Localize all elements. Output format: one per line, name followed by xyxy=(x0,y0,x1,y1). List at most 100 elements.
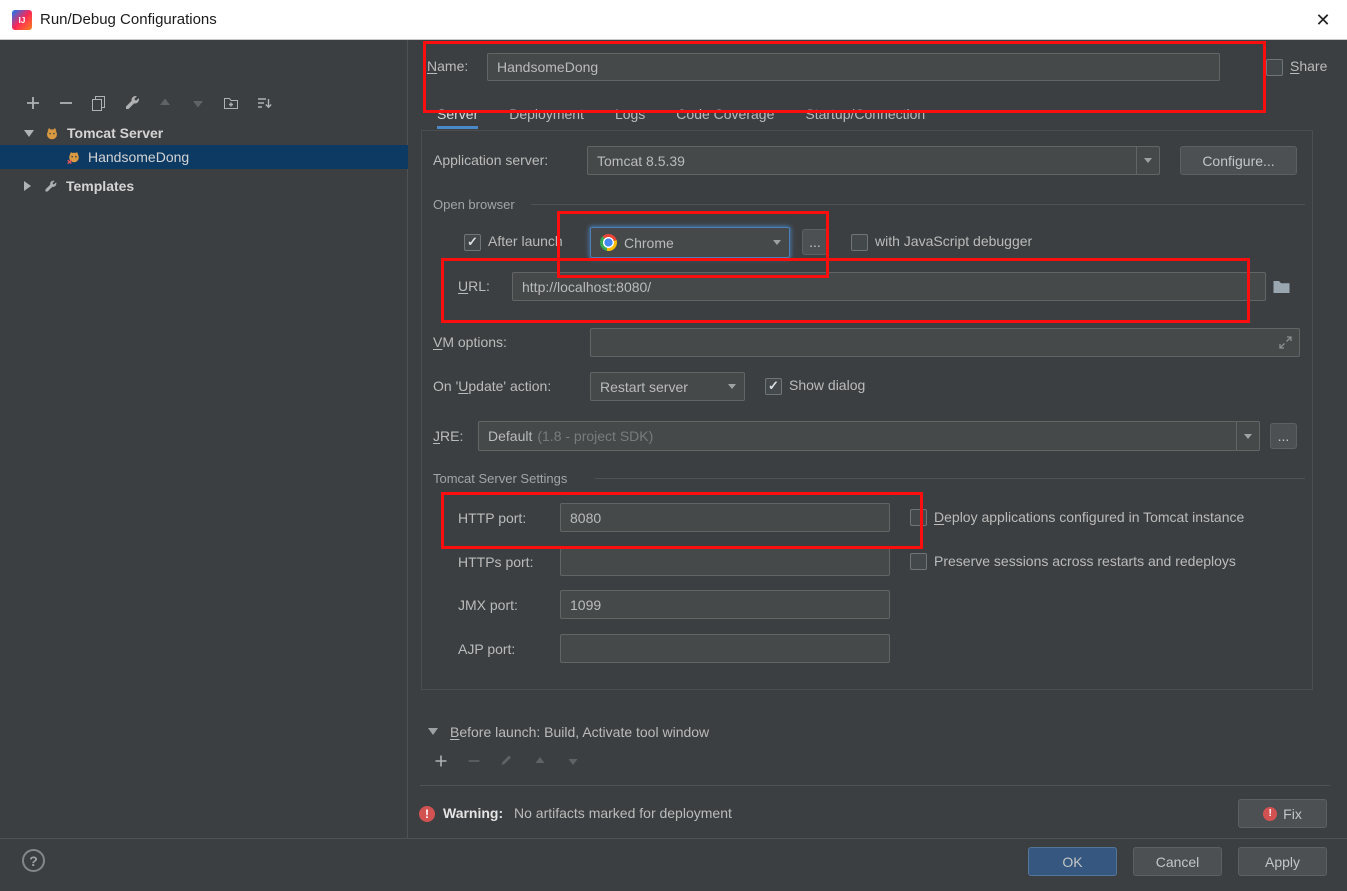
jmx-port-input[interactable] xyxy=(560,590,890,619)
configurations-sidebar: Tomcat Server HandsomeDong Templates xyxy=(0,40,408,838)
before-launch-toolbar xyxy=(433,753,581,769)
ajp-port-label: AJP port: xyxy=(458,641,516,657)
fix-button-label: Fix xyxy=(1283,805,1302,822)
tab-startup-connection[interactable]: Startup/Connection xyxy=(805,106,925,122)
js-debugger-label: with JavaScript debugger xyxy=(875,233,1033,249)
name-label: Name: xyxy=(427,58,469,74)
browser-combo[interactable]: Chrome xyxy=(590,227,790,258)
jre-more-button[interactable]: ... xyxy=(1270,423,1297,449)
edit-defaults-icon[interactable] xyxy=(123,94,141,112)
application-server-value: Tomcat 8.5.39 xyxy=(597,152,685,169)
warning-title: Warning: xyxy=(443,805,504,821)
after-launch-label: After launch xyxy=(488,233,563,249)
help-icon[interactable]: ? xyxy=(22,849,45,872)
remove-icon[interactable] xyxy=(57,94,75,112)
cancel-button[interactable]: Cancel xyxy=(1133,847,1222,876)
add-icon[interactable] xyxy=(24,94,42,112)
on-update-action-label: On 'Update' action: xyxy=(433,378,552,394)
name-input[interactable] xyxy=(487,53,1220,81)
move-down-icon[interactable] xyxy=(189,94,207,112)
error-icon xyxy=(1263,806,1278,821)
vm-options-input[interactable] xyxy=(590,328,1300,357)
url-input[interactable] xyxy=(512,272,1266,301)
move-up-icon[interactable] xyxy=(156,94,174,112)
jre-value: Default xyxy=(488,428,533,444)
footer-separator xyxy=(0,838,1347,839)
preserve-sessions-label: Preserve sessions across restarts and re… xyxy=(934,553,1236,569)
tab-server[interactable]: Server xyxy=(437,106,479,129)
preserve-sessions-checkbox[interactable] xyxy=(910,553,927,570)
expand-field-icon[interactable] xyxy=(1277,334,1294,351)
run-debug-configurations-dialog: IJ Run/Debug Configurations ✕ Tomcat Ser… xyxy=(0,0,1347,891)
https-port-input[interactable] xyxy=(560,547,890,576)
jre-label: JRE: xyxy=(433,428,464,444)
ok-button[interactable]: OK xyxy=(1028,847,1117,876)
http-port-input[interactable] xyxy=(560,503,890,532)
open-browser-group-label: Open browser xyxy=(433,197,515,212)
window-title: Run/Debug Configurations xyxy=(40,11,217,28)
jre-combo[interactable]: Default (1.8 - project SDK) xyxy=(478,421,1260,451)
fix-button[interactable]: Fix xyxy=(1238,799,1327,828)
add-icon[interactable] xyxy=(433,753,449,769)
copy-icon[interactable] xyxy=(90,94,108,112)
sort-icon[interactable] xyxy=(255,94,273,112)
application-server-label: Application server: xyxy=(433,152,549,168)
tomcat-run-config-icon xyxy=(66,149,82,165)
tomcat-settings-group-label: Tomcat Server Settings xyxy=(433,471,568,486)
warning-message: No artifacts marked for deployment xyxy=(514,805,732,821)
share-checkbox[interactable] xyxy=(1266,59,1283,76)
intellij-logo-icon: IJ xyxy=(12,10,32,30)
chevron-down-icon[interactable] xyxy=(773,240,781,245)
separator xyxy=(420,785,1330,786)
chevron-down-icon[interactable] xyxy=(728,384,736,389)
on-update-action-combo[interactable]: Restart server xyxy=(590,372,745,401)
chevron-down-icon[interactable] xyxy=(24,129,34,137)
application-server-combo[interactable]: Tomcat 8.5.39 xyxy=(587,146,1160,175)
tomcat-icon xyxy=(44,125,60,141)
chevron-down-icon[interactable] xyxy=(1236,422,1259,450)
jre-hint: (1.8 - project SDK) xyxy=(537,428,654,444)
show-dialog-label: Show dialog xyxy=(789,377,866,393)
chevron-down-icon[interactable] xyxy=(1136,147,1159,174)
show-dialog-checkbox[interactable] xyxy=(765,378,782,395)
chevron-right-icon[interactable] xyxy=(24,181,31,191)
tree-item-label: Templates xyxy=(66,178,135,194)
url-label: URL: xyxy=(458,278,490,294)
on-update-action-value: Restart server xyxy=(600,378,688,395)
warning-icon xyxy=(419,806,435,822)
group-separator xyxy=(595,478,1305,479)
tree-item-label: HandsomeDong xyxy=(88,149,190,165)
tree-item-templates[interactable]: Templates xyxy=(0,174,408,198)
new-folder-icon[interactable] xyxy=(222,94,240,112)
share-label: Share xyxy=(1290,58,1328,74)
move-down-icon[interactable] xyxy=(565,753,581,769)
group-separator xyxy=(531,204,1305,205)
vm-options-label: VM options: xyxy=(433,334,507,350)
browser-value: Chrome xyxy=(624,234,674,251)
apply-button[interactable]: Apply xyxy=(1238,847,1327,876)
title-bar: IJ Run/Debug Configurations ✕ xyxy=(0,0,1347,40)
after-launch-checkbox[interactable] xyxy=(464,234,481,251)
browse-browser-button[interactable]: ... xyxy=(802,229,828,255)
tree-item-handsomedong[interactable]: HandsomeDong xyxy=(0,145,408,169)
https-port-label: HTTPs port: xyxy=(458,554,534,570)
js-debugger-checkbox[interactable] xyxy=(851,234,868,251)
edit-icon[interactable] xyxy=(499,753,515,769)
configure-button[interactable]: Configure... xyxy=(1180,146,1297,175)
http-port-label: HTTP port: xyxy=(458,510,527,526)
tab-code-coverage[interactable]: Code Coverage xyxy=(676,106,774,122)
deploy-apps-checkbox[interactable] xyxy=(910,509,927,526)
tree-item-label: Tomcat Server xyxy=(67,125,164,141)
ajp-port-input[interactable] xyxy=(560,634,890,663)
jmx-port-label: JMX port: xyxy=(458,597,518,613)
tab-deployment[interactable]: Deployment xyxy=(509,106,584,122)
folder-browse-icon[interactable] xyxy=(1272,278,1291,295)
before-launch-collapse-icon[interactable] xyxy=(428,728,438,735)
close-icon[interactable]: ✕ xyxy=(1299,0,1347,40)
tree-item-tomcat-server[interactable]: Tomcat Server xyxy=(0,121,408,145)
wrench-icon xyxy=(43,179,58,194)
remove-icon[interactable] xyxy=(466,753,482,769)
tab-logs[interactable]: Logs xyxy=(615,106,645,122)
move-up-icon[interactable] xyxy=(532,753,548,769)
config-tabs: Server Deployment Logs Code Coverage Sta… xyxy=(437,106,925,129)
